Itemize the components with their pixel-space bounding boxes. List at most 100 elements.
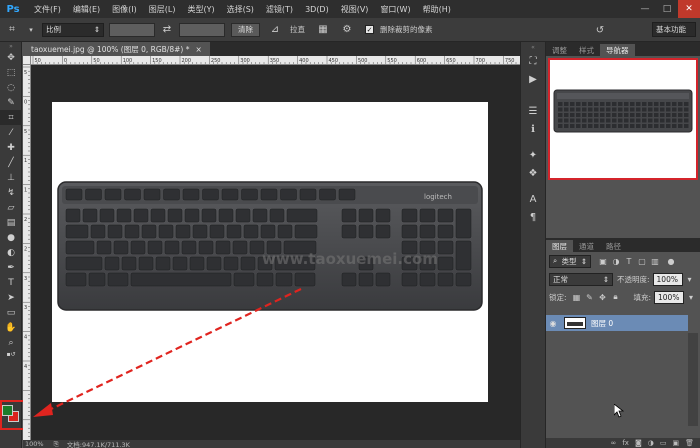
layer-filter-select[interactable]: ⌕ 类型 ⇕ xyxy=(549,254,591,268)
menu-help[interactable]: 帮助(H) xyxy=(417,4,457,15)
delete-cropped-checkbox[interactable]: ✓ xyxy=(365,25,374,34)
gradient-tool-icon[interactable]: ▤ xyxy=(0,215,22,230)
history-brush-tool-icon[interactable]: ↯ xyxy=(0,185,22,200)
visibility-eye-icon[interactable]: ◉ xyxy=(546,315,560,331)
shape-tool-icon[interactable]: ▭ xyxy=(0,305,22,320)
gear-icon[interactable]: ⚙ xyxy=(338,21,356,39)
menu-layer[interactable]: 图层(L) xyxy=(143,4,182,15)
close-button[interactable]: ✕ xyxy=(678,0,700,18)
tab-navigator[interactable]: 导航器 xyxy=(600,44,635,56)
filter-toggle-icon[interactable]: ● xyxy=(665,255,677,267)
canvas-area[interactable]: logitech www.taoxuemei.com xyxy=(31,65,520,440)
reset-colors-icon[interactable]: ▪↺ xyxy=(0,350,22,358)
layers-scrollbar[interactable] xyxy=(688,333,698,426)
expand-panels-icon[interactable]: « xyxy=(521,42,545,52)
filter-smart-object-icon[interactable]: ▥ xyxy=(649,255,661,267)
eyedropper-tool-icon[interactable]: ⁄ xyxy=(0,125,22,140)
add-mask-icon[interactable]: ◙ xyxy=(635,439,642,447)
status-icon[interactable]: ⎘ xyxy=(54,440,59,448)
crop-tool-icon[interactable]: ⌗ xyxy=(0,110,22,125)
tab-channels[interactable]: 通道 xyxy=(573,240,600,252)
filter-shape-icon[interactable]: ▢ xyxy=(636,255,648,267)
healing-brush-tool-icon[interactable]: ✚ xyxy=(0,140,22,155)
properties-panel-icon[interactable]: ☰ xyxy=(521,102,545,120)
dodge-tool-icon[interactable]: ◐ xyxy=(0,245,22,260)
navigator-preview[interactable] xyxy=(548,58,698,180)
menu-filter[interactable]: 滤镜(T) xyxy=(260,4,299,15)
reset-icon[interactable]: ↺ xyxy=(591,21,609,39)
pen-tool-icon[interactable]: ✒ xyxy=(0,260,22,275)
filter-type-icon[interactable]: T xyxy=(623,255,635,267)
menu-type[interactable]: 类型(Y) xyxy=(181,4,220,15)
tab-adjustments[interactable]: 调整 xyxy=(546,44,573,56)
width-input[interactable] xyxy=(109,22,155,37)
quick-select-tool-icon[interactable]: ✎ xyxy=(0,95,22,110)
height-input[interactable] xyxy=(179,22,225,37)
lock-transparent-icon[interactable]: ▦ xyxy=(571,291,583,303)
workspace-select[interactable]: 基本功能 xyxy=(652,22,696,37)
delete-layer-icon[interactable]: 🗑︎ xyxy=(685,439,694,447)
type-tool-icon[interactable]: T xyxy=(0,275,22,290)
hand-tool-icon[interactable]: ✋ xyxy=(0,320,22,335)
ratio-select[interactable]: 比例 ⇕ xyxy=(42,22,104,37)
document-tab[interactable]: taoxuemei.jpg @ 100% (图层 0, RGB/8#) * × xyxy=(23,42,210,56)
menu-view[interactable]: 视图(V) xyxy=(335,4,375,15)
blur-tool-icon[interactable]: ● xyxy=(0,230,22,245)
menu-image[interactable]: 图像(I) xyxy=(106,4,143,15)
info-panel-icon[interactable]: ℹ xyxy=(521,120,545,138)
straighten-label[interactable]: 拉直 xyxy=(290,24,305,35)
adjustment-layer-icon[interactable]: ◑ xyxy=(648,439,654,447)
marquee-tool-icon[interactable]: ⬚ xyxy=(0,65,22,80)
document-size[interactable]: 文档:947.1K/711.3K xyxy=(67,439,130,448)
layer-name[interactable]: 图层 0 xyxy=(591,318,613,329)
swap-icon[interactable]: ⇄ xyxy=(158,21,176,39)
blend-mode-select[interactable]: 正常 ⇕ xyxy=(549,272,613,286)
close-tab-icon[interactable]: × xyxy=(195,45,201,54)
straighten-icon[interactable]: ⊿ xyxy=(266,21,284,39)
filter-adjustment-icon[interactable]: ◑ xyxy=(610,255,622,267)
menu-edit[interactable]: 编辑(E) xyxy=(67,4,106,15)
history-panel-icon[interactable]: ⛶ xyxy=(521,52,545,70)
fill-dropdown-icon[interactable]: ▾ xyxy=(685,291,697,303)
tool-preset-dropdown-icon[interactable]: ▾ xyxy=(27,21,35,39)
overlay-grid-icon[interactable]: ▦ xyxy=(314,21,332,39)
move-tool-icon[interactable]: ✥ xyxy=(0,50,22,65)
tab-styles[interactable]: 样式 xyxy=(573,44,600,56)
clone-stamp-tool-icon[interactable]: ⊥ xyxy=(0,170,22,185)
brush-panel-icon[interactable]: ✦ xyxy=(521,146,545,164)
opacity-input[interactable]: 100% xyxy=(652,272,683,286)
zoom-level[interactable]: 100% xyxy=(25,440,44,448)
filter-pixel-icon[interactable]: ▣ xyxy=(597,255,609,267)
new-group-icon[interactable]: ▭ xyxy=(660,439,667,447)
eraser-tool-icon[interactable]: ▱ xyxy=(0,200,22,215)
panel-collapse-icon[interactable]: » xyxy=(0,42,22,50)
delete-cropped-label[interactable]: 删除裁剪的像素 xyxy=(380,24,433,35)
fill-input[interactable]: 100% xyxy=(654,290,684,304)
zoom-tool-icon[interactable]: ⌕ xyxy=(0,335,22,350)
path-select-tool-icon[interactable]: ➤ xyxy=(0,290,22,305)
lock-position-icon[interactable]: ✥ xyxy=(597,291,609,303)
lock-all-icon[interactable]: 🔒︎ xyxy=(609,291,621,303)
tab-layers[interactable]: 图层 xyxy=(546,240,573,252)
lasso-tool-icon[interactable]: ◌ xyxy=(0,80,22,95)
actions-panel-icon[interactable]: ▶ xyxy=(521,70,545,88)
menu-file[interactable]: 文件(F) xyxy=(28,4,67,15)
new-layer-icon[interactable]: ▣ xyxy=(672,439,679,447)
link-layers-icon[interactable]: ∞ xyxy=(611,439,617,447)
character-panel-icon[interactable]: A xyxy=(521,190,545,208)
layer-row[interactable]: ◉ 图层 0 xyxy=(546,315,688,331)
opacity-dropdown-icon[interactable]: ▾ xyxy=(684,273,696,285)
tab-paths[interactable]: 路径 xyxy=(600,240,627,252)
paragraph-panel-icon[interactable]: ¶ xyxy=(521,208,545,226)
menu-select[interactable]: 选择(S) xyxy=(221,4,260,15)
maximize-button[interactable]: □ xyxy=(656,0,678,18)
lock-pixels-icon[interactable]: ✎ xyxy=(584,291,596,303)
minimize-button[interactable]: — xyxy=(634,0,656,18)
fx-icon[interactable]: fx xyxy=(622,439,629,447)
brush-tool-icon[interactable]: ╱ xyxy=(0,155,22,170)
menu-window[interactable]: 窗口(W) xyxy=(374,4,416,15)
menu-3d[interactable]: 3D(D) xyxy=(299,5,335,14)
crop-tool-icon[interactable]: ⌗ xyxy=(3,21,21,39)
clone-source-icon[interactable]: ❖ xyxy=(521,164,545,182)
clear-button[interactable]: 清除 xyxy=(231,22,260,37)
